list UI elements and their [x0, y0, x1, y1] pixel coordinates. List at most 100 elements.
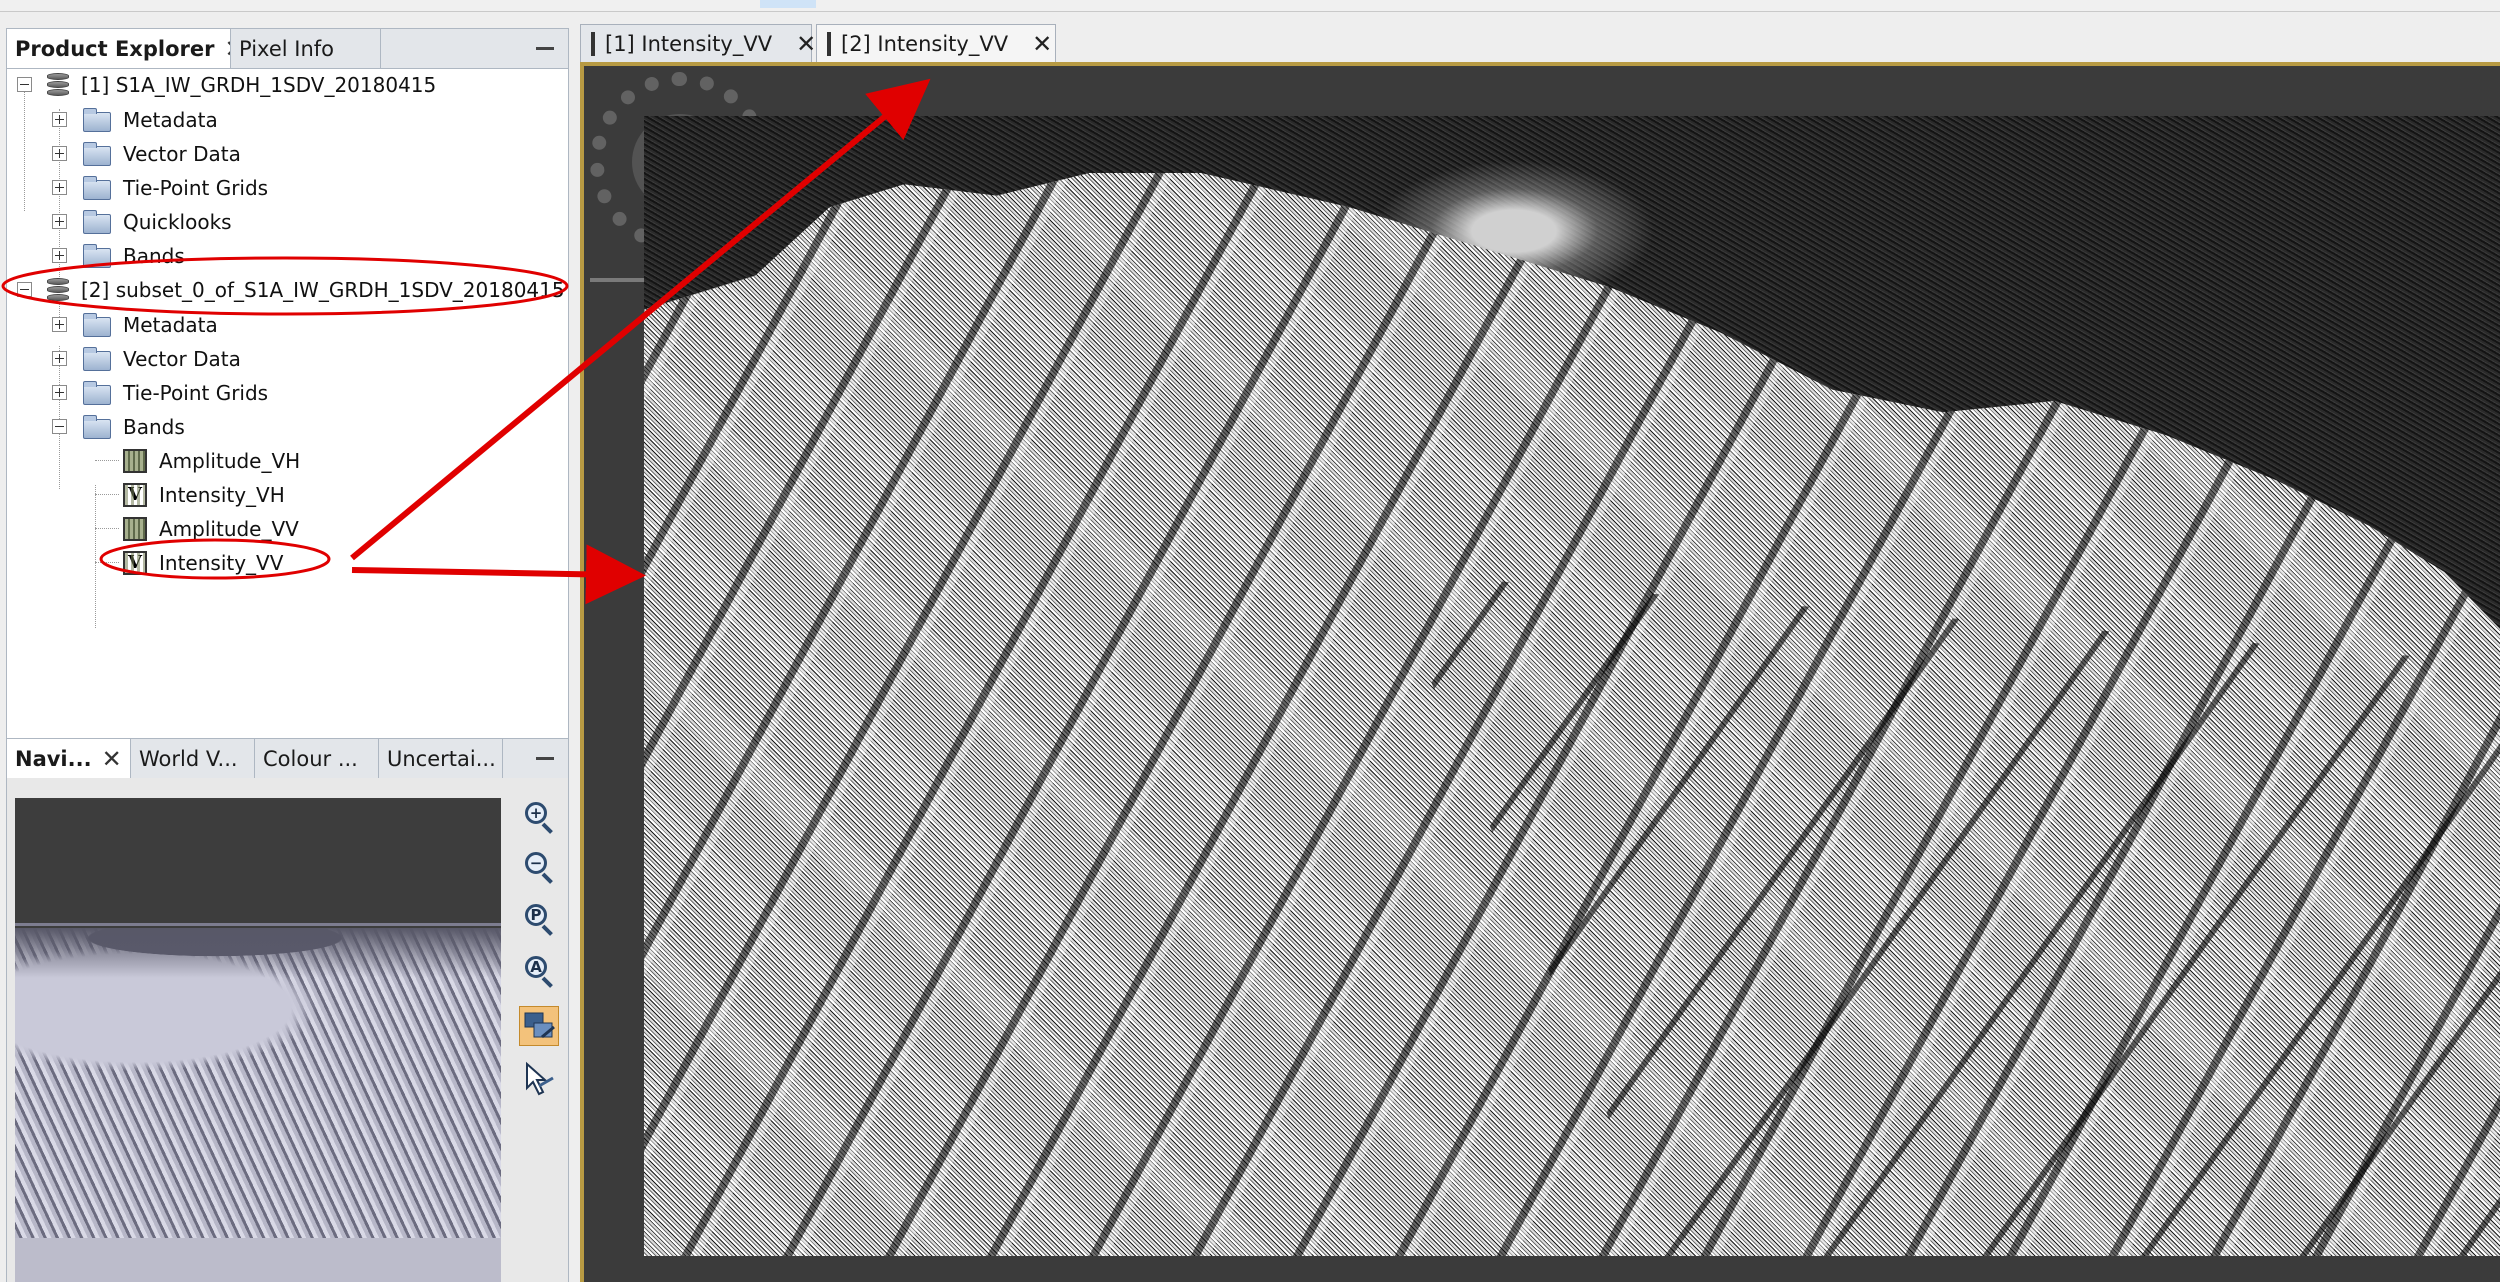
tab-label: Pixel Info — [239, 37, 334, 61]
band-label: Intensity_VV — [159, 551, 284, 575]
zoom-pixel-glyph: P — [525, 904, 547, 926]
viewport-shade — [15, 1238, 501, 1282]
folder-icon — [83, 176, 111, 200]
tree-item-metadata[interactable]: Metadata — [83, 105, 218, 135]
band-label: Intensity_VH — [159, 483, 285, 507]
tree-guide — [95, 562, 119, 563]
band-icon — [827, 31, 831, 56]
band-intensity-vv[interactable]: V Intensity_VV — [123, 548, 283, 578]
tree-item-quicklooks[interactable]: Quicklooks — [83, 207, 232, 237]
close-icon[interactable]: ✕ — [1032, 30, 1052, 58]
close-icon[interactable]: ✕ — [796, 30, 816, 58]
tree-item-label: Tie-Point Grids — [123, 381, 269, 405]
expand-toggle[interactable] — [52, 214, 67, 229]
product-node-2[interactable]: [2] subset_0_of_S1A_IW_GRDH_1SDV_2018041… — [47, 275, 565, 305]
tab-product-explorer[interactable]: Product Explorer ✕ — [7, 29, 231, 69]
tab-view-1-intensity-vv[interactable]: [1] Intensity_VV ✕ — [580, 24, 816, 62]
tree-item-label: Bands — [123, 415, 185, 439]
folder-icon — [83, 210, 111, 234]
band-label: Amplitude_VH — [159, 449, 301, 473]
folder-icon — [83, 381, 111, 405]
tree-guide — [95, 485, 96, 628]
tab-world-view[interactable]: World V... — [131, 739, 255, 779]
tree-item-label: Bands — [123, 244, 185, 268]
expand-toggle[interactable] — [52, 351, 67, 366]
folder-icon — [83, 108, 111, 132]
expand-toggle[interactable] — [52, 317, 67, 332]
overview-thumbnail — [15, 928, 501, 1238]
collapse-toggle[interactable] — [17, 282, 32, 297]
band-intensity-vh[interactable]: V Intensity_VH — [123, 480, 285, 510]
minimize-icon[interactable] — [534, 747, 556, 769]
tree-item-metadata[interactable]: Metadata — [83, 310, 218, 340]
tree-item-label: Quicklooks — [123, 210, 232, 234]
viewport-frame — [15, 923, 501, 926]
tree-guide — [95, 494, 119, 495]
tree-item-tie-point-grids[interactable]: Tie-Point Grids — [83, 378, 268, 408]
sync-views-icon[interactable] — [519, 1006, 559, 1046]
tab-label: World V... — [139, 747, 238, 771]
folder-icon — [83, 142, 111, 166]
band-amplitude-vh[interactable]: Amplitude_VH — [123, 446, 300, 476]
image-view-tabbar: [1] Intensity_VV ✕ [2] Intensity_VV ✕ — [580, 24, 2500, 64]
close-icon[interactable]: ✕ — [102, 745, 122, 773]
zoom-out-icon[interactable]: − — [519, 848, 559, 888]
tab-view-2-intensity-vv[interactable]: [2] Intensity_VV ✕ — [816, 24, 1056, 62]
snap-desktop-window: Product Explorer ✕ Pixel Info [1] S1A_IW… — [0, 0, 2500, 1282]
product-node-1[interactable]: [1] S1A_IW_GRDH_1SDV_20180415 — [47, 70, 436, 100]
zoom-out-glyph: − — [525, 852, 547, 874]
tab-colour-manipulation[interactable]: Colour ... — [255, 739, 379, 779]
band-icon — [591, 31, 595, 56]
band-amplitude-vv[interactable]: Amplitude_VV — [123, 514, 299, 544]
expand-toggle[interactable] — [52, 248, 67, 263]
minimize-icon[interactable] — [534, 37, 556, 59]
folder-icon — [83, 313, 111, 337]
collapse-toggle[interactable] — [17, 77, 32, 92]
sar-image-canvas[interactable] — [644, 116, 2500, 1256]
tab-uncertainty[interactable]: Uncertai... — [379, 739, 503, 779]
folder-icon — [83, 347, 111, 371]
navigation-overview[interactable] — [15, 798, 501, 1282]
expand-toggle[interactable] — [52, 146, 67, 161]
tree-item-label: Vector Data — [123, 142, 241, 166]
tree-guide — [95, 528, 119, 529]
tab-pixel-info[interactable]: Pixel Info — [231, 29, 381, 69]
sync-cursor-icon[interactable] — [519, 1060, 559, 1100]
product-label: [2] subset_0_of_S1A_IW_GRDH_1SDV_2018041… — [81, 278, 565, 302]
tree-item-vector-data[interactable]: Vector Data — [83, 139, 241, 169]
tab-label: Uncertai... — [387, 747, 496, 771]
tree-item-vector-data[interactable]: Vector Data — [83, 344, 241, 374]
product-label: [1] S1A_IW_GRDH_1SDV_20180415 — [81, 73, 437, 97]
folder-icon — [83, 244, 111, 268]
product-icon — [47, 278, 69, 302]
navigation-tabbar: Navi... ✕ World V... Colour ... Uncertai… — [6, 738, 569, 779]
tree-item-bands[interactable]: Bands — [83, 241, 185, 271]
zoom-all-icon[interactable]: A — [519, 952, 559, 992]
tree-guide — [24, 91, 25, 211]
band-label: Amplitude_VV — [159, 517, 299, 541]
tab-label: Colour ... — [263, 747, 358, 771]
zoom-pixel-icon[interactable]: P — [519, 900, 559, 940]
product-icon — [47, 73, 69, 97]
zoom-in-glyph: + — [525, 802, 547, 824]
zoom-in-icon[interactable]: + — [519, 798, 559, 838]
band-icon — [123, 517, 147, 541]
tab-label: Product Explorer — [15, 37, 215, 61]
product-explorer-tabbar: Product Explorer ✕ Pixel Info — [6, 28, 569, 69]
virtual-band-icon: V — [123, 551, 147, 575]
expand-toggle[interactable] — [52, 112, 67, 127]
collapse-toggle[interactable] — [52, 419, 67, 434]
tab-navigation[interactable]: Navi... ✕ — [7, 739, 131, 779]
tree-item-bands[interactable]: Bands — [83, 412, 185, 442]
navigation-panel: + − P A — [6, 778, 569, 1282]
zoom-all-glyph: A — [525, 956, 547, 978]
expand-toggle[interactable] — [52, 180, 67, 195]
tree-guide — [95, 460, 119, 461]
left-column: Product Explorer ✕ Pixel Info [1] S1A_IW… — [0, 14, 575, 1282]
product-tree: [1] S1A_IW_GRDH_1SDV_20180415 Metadata V… — [6, 68, 569, 744]
tab-label: Navi... — [15, 747, 92, 771]
tree-item-tie-point-grids[interactable]: Tie-Point Grids — [83, 173, 268, 203]
expand-toggle[interactable] — [52, 385, 67, 400]
tree-item-label: Tie-Point Grids — [123, 176, 269, 200]
virtual-band-icon: V — [123, 483, 147, 507]
